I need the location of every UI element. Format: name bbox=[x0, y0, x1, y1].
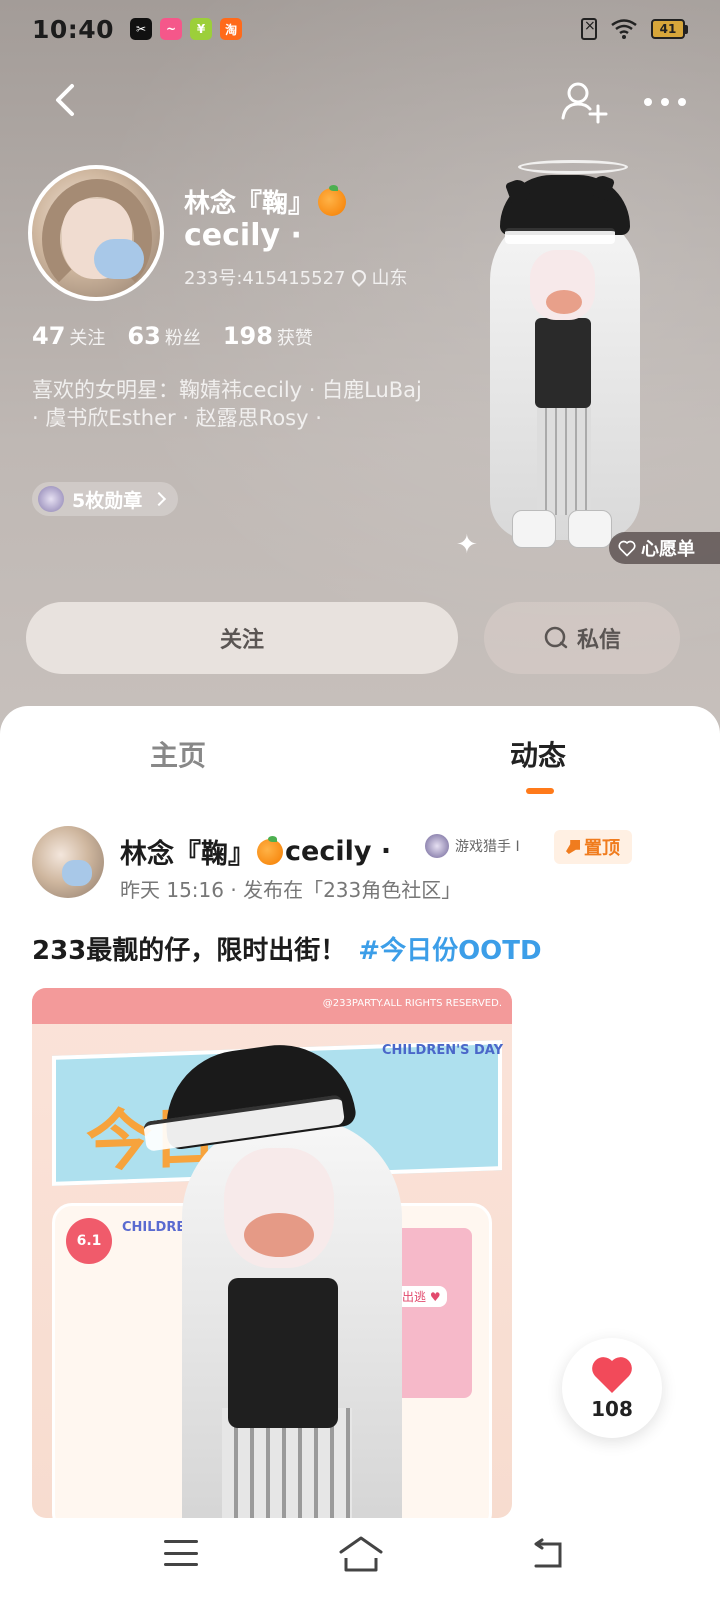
image-character-body bbox=[228, 1278, 338, 1428]
post-text: 233最靓的仔，限时出街！ #今日份OOTD bbox=[32, 930, 542, 967]
stat-label: 获赞 bbox=[276, 328, 313, 349]
stat-label: 粉丝 bbox=[164, 328, 201, 349]
medal-icon bbox=[38, 486, 64, 512]
pinned-label: 置顶 bbox=[584, 838, 620, 859]
status-bar: 10:40 ✂ ~ ¥ 淘 41 bbox=[0, 0, 720, 58]
character-mouth bbox=[546, 290, 582, 314]
chevron-right-icon bbox=[152, 491, 167, 507]
message-label: 私信 bbox=[576, 628, 621, 653]
status-app-icons: ✂ ~ ¥ 淘 bbox=[130, 18, 243, 40]
character-shoes bbox=[512, 510, 612, 548]
location-icon bbox=[348, 267, 369, 287]
like-button[interactable]: 108 bbox=[562, 1338, 662, 1438]
stat-label: 关注 bbox=[69, 328, 106, 349]
user-id: 233号:415415527 bbox=[184, 268, 346, 289]
game-hunter-badge[interactable]: 游戏猎手 I bbox=[425, 834, 520, 858]
stat-value: 47 bbox=[32, 322, 66, 350]
no-sim-icon bbox=[581, 18, 597, 40]
post-image[interactable]: @233PARTY.ALL RIGHTS RESERVED. 今日份！ CHIL… bbox=[32, 988, 512, 1518]
tab-home[interactable]: 主页 bbox=[150, 734, 206, 774]
profile-stats: 47 关注 63 粉丝 198 获赞 bbox=[32, 322, 313, 350]
character-legs bbox=[537, 405, 591, 515]
character-hat-brim bbox=[505, 228, 615, 244]
wishlist-button[interactable]: 心愿单 bbox=[609, 532, 720, 564]
home-icon[interactable] bbox=[338, 1534, 384, 1574]
pin-icon bbox=[566, 840, 580, 854]
stat-value: 198 bbox=[222, 322, 273, 350]
pinned-badge: 置顶 bbox=[554, 830, 632, 864]
image-copyright: @233PARTY.ALL RIGHTS RESERVED. bbox=[322, 998, 502, 1009]
post-author-name-text: 林念『鞠』 bbox=[120, 839, 255, 870]
profile-name: 林念『鞠』 bbox=[184, 183, 347, 220]
medals-label: 5枚勋章 bbox=[72, 489, 143, 512]
stat-following[interactable]: 47 关注 bbox=[32, 322, 105, 350]
system-back-icon[interactable] bbox=[530, 1538, 566, 1570]
profile-avatar[interactable] bbox=[28, 165, 164, 301]
image-date-badge: 6.1 bbox=[66, 1218, 112, 1264]
hunter-badge-icon bbox=[425, 834, 449, 858]
stat-followers[interactable]: 63 粉丝 bbox=[127, 322, 200, 350]
like-count: 108 bbox=[591, 1397, 633, 1421]
tab-feed[interactable]: 动态 bbox=[510, 734, 566, 774]
post-hashtag[interactable]: #今日份OOTD bbox=[358, 936, 541, 966]
post-body: 233最靓的仔，限时出街！ bbox=[32, 936, 347, 966]
recent-apps-icon[interactable] bbox=[164, 1540, 198, 1566]
stat-value: 63 bbox=[127, 322, 161, 350]
wifi-icon bbox=[611, 19, 637, 39]
follow-button[interactable]: 关注 bbox=[26, 602, 458, 674]
taobao-icon: 淘 bbox=[220, 18, 243, 40]
post-meta: 昨天 15:16 · 发布在「233角色社区」 bbox=[120, 878, 462, 902]
post-author-name[interactable]: 林念『鞠』 cecily · bbox=[120, 832, 391, 871]
hunter-badge-label: 游戏猎手 I bbox=[455, 839, 520, 855]
back-arrow-icon[interactable] bbox=[44, 78, 88, 122]
heart-icon bbox=[592, 1357, 632, 1393]
profile-id-row: 233号:415415527 山东 bbox=[184, 264, 408, 290]
message-button[interactable]: 私信 bbox=[484, 602, 680, 674]
battery-level: 41 bbox=[651, 19, 685, 39]
orange-emoji-icon bbox=[257, 835, 283, 865]
image-character-mouth bbox=[244, 1213, 314, 1257]
sparkle-icon: ✦ bbox=[456, 530, 478, 560]
tab-active-indicator bbox=[526, 788, 554, 794]
stat-likes[interactable]: 198 获赞 bbox=[223, 322, 313, 350]
wishlist-label: 心愿单 bbox=[641, 539, 695, 560]
capcut-icon: ✂ bbox=[130, 18, 153, 40]
character-body bbox=[535, 318, 591, 408]
profile-name-suffix: cecily · bbox=[184, 218, 302, 253]
status-right: 41 bbox=[581, 18, 688, 40]
heart-outline-icon bbox=[618, 540, 636, 557]
more-options-icon[interactable] bbox=[640, 84, 690, 120]
post-author-avatar[interactable] bbox=[32, 826, 104, 898]
weibo-icon: ~ bbox=[160, 18, 183, 40]
profile-name-text: 林念『鞠』 bbox=[184, 189, 315, 219]
chat-bubble-icon bbox=[544, 626, 568, 649]
user-location: 山东 bbox=[371, 268, 408, 289]
add-friend-icon[interactable] bbox=[560, 78, 608, 126]
image-childrens-day: CHILDREN'S DAY bbox=[382, 1043, 503, 1058]
orange-emoji-icon bbox=[318, 184, 347, 216]
battery-icon: 41 bbox=[651, 19, 688, 39]
halo-decoration bbox=[518, 160, 628, 174]
post-author-suffix: cecily · bbox=[285, 836, 392, 867]
medals-button[interactable]: 5枚勋章 bbox=[32, 482, 179, 516]
status-time: 10:40 bbox=[32, 14, 115, 44]
wechat-pay-icon: ¥ bbox=[190, 18, 213, 40]
profile-bio: 喜欢的女明星：鞠婧祎cecily · 白鹿LuBaj · 虞书欣Esther ·… bbox=[32, 378, 422, 430]
